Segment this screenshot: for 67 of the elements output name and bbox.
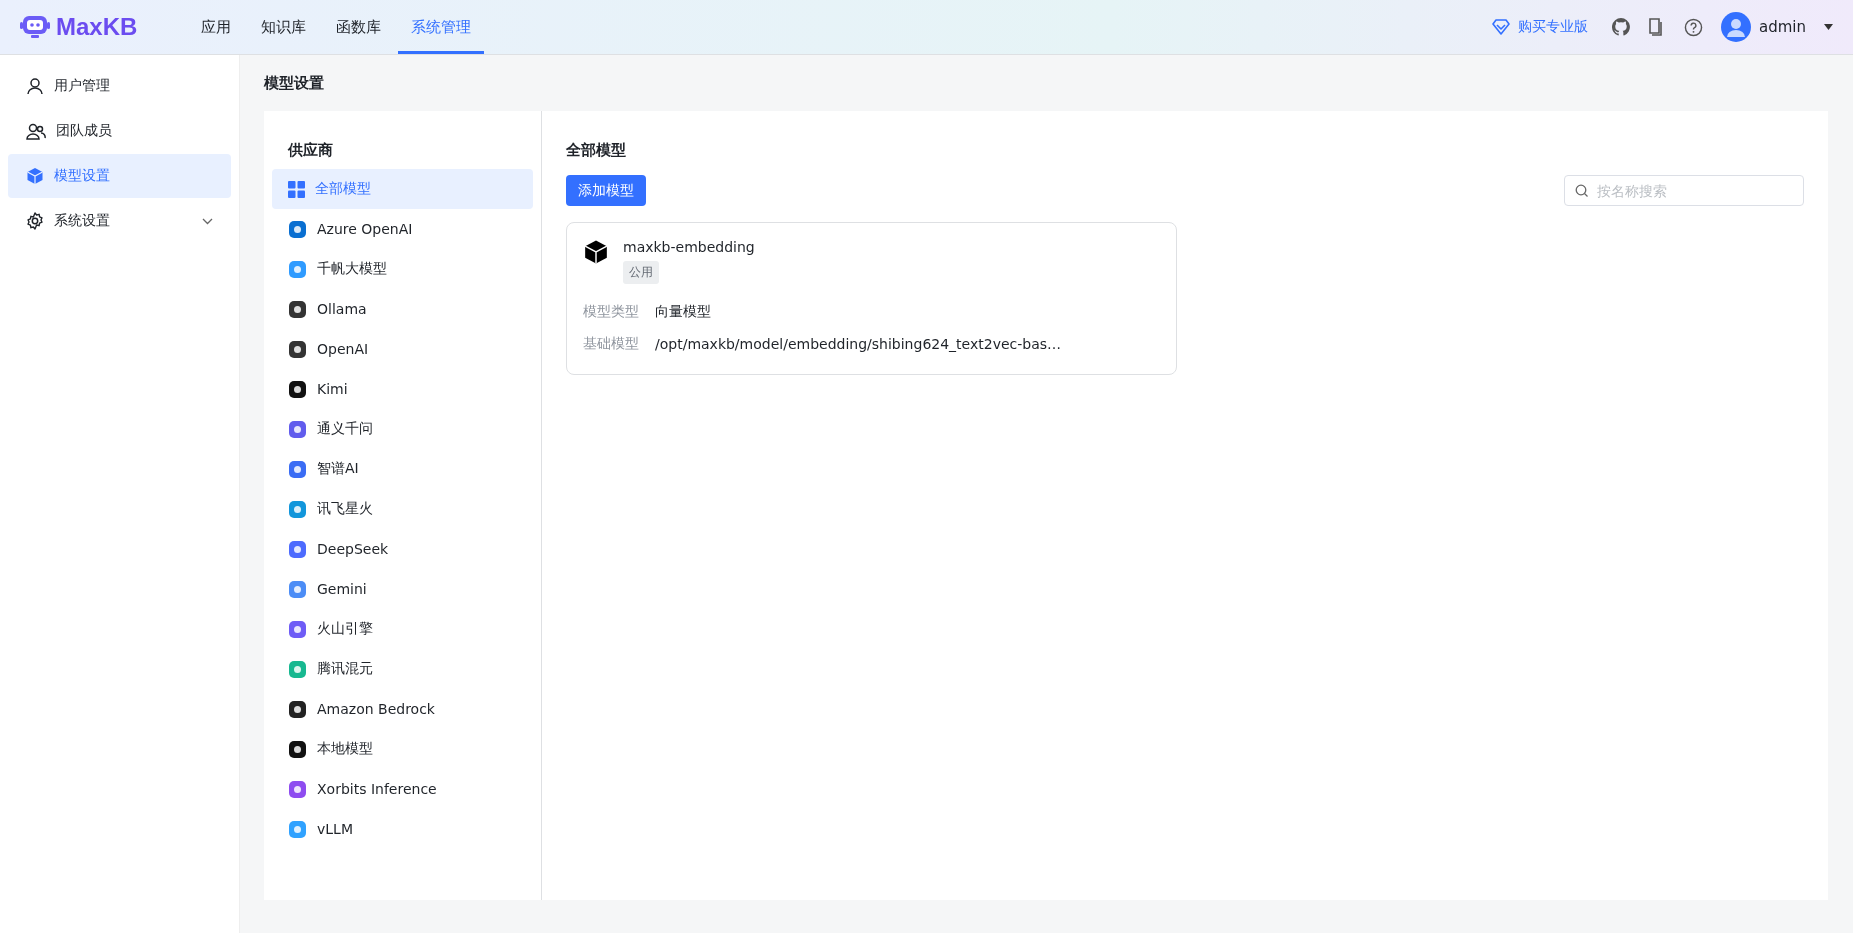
provider-logo-icon	[288, 459, 307, 479]
section-title: 全部模型	[566, 139, 627, 161]
provider-item[interactable]: vLLM	[272, 809, 533, 849]
provider-item[interactable]: 全部模型	[272, 169, 533, 209]
field-label: 模型类型	[583, 303, 640, 321]
provider-logo-icon	[288, 579, 307, 599]
provider-logo-icon	[288, 499, 307, 519]
provider-item[interactable]: 智谱AI	[272, 449, 533, 489]
field-value: 向量模型	[655, 303, 711, 321]
provider-item[interactable]: 讯飞星火	[272, 489, 533, 529]
provider-item[interactable]: Azure OpenAI	[272, 209, 533, 249]
tag: 公用	[623, 261, 659, 284]
github-icon[interactable]	[1612, 18, 1630, 36]
nav-tab[interactable]: 应用	[188, 0, 244, 54]
cube-icon	[583, 239, 609, 265]
provider-item[interactable]: Kimi	[272, 369, 533, 409]
provider-logo-icon	[288, 699, 307, 719]
cube-icon	[26, 167, 44, 185]
model-name: maxkb-embedding	[623, 239, 755, 255]
team-icon	[26, 122, 46, 140]
nav-tab[interactable]: 知识库	[248, 0, 319, 54]
provider-item[interactable]: DeepSeek	[272, 529, 533, 569]
provider-logo-icon	[288, 659, 307, 679]
robot-logo-icon	[20, 14, 50, 40]
sidebar-item[interactable]: 系统设置	[8, 199, 231, 243]
help-icon[interactable]	[1684, 17, 1703, 37]
provider-logo-icon	[288, 619, 307, 639]
provider-logo-icon	[288, 219, 307, 239]
provider-logo-icon	[288, 339, 307, 359]
provider-item[interactable]: Gemini	[272, 569, 533, 609]
provider-logo-icon	[288, 379, 307, 399]
provider-item[interactable]: 通义千问	[272, 409, 533, 449]
provider-logo-icon	[288, 419, 307, 439]
provider-item[interactable]: 本地模型	[272, 729, 533, 769]
settings-icon	[26, 212, 44, 230]
sidebar-item[interactable]: 模型设置	[8, 154, 231, 198]
provider-item[interactable]: Amazon Bedrock	[272, 689, 533, 729]
provider-logo-icon	[288, 259, 307, 279]
provider-logo-icon	[288, 539, 307, 559]
nav-tab[interactable]: 函数库	[323, 0, 394, 54]
diamond-icon	[1492, 19, 1510, 35]
grid-icon	[288, 180, 305, 198]
field-label: 基础模型	[583, 335, 640, 353]
provider-item[interactable]: Ollama	[272, 289, 533, 329]
provider-logo-icon	[288, 819, 307, 839]
caret-icon[interactable]	[1824, 24, 1833, 30]
page-title: 模型设置	[264, 72, 325, 94]
search-field[interactable]: 按名称搜索	[1564, 175, 1804, 206]
logo-text: MaxKB	[56, 13, 138, 41]
provider-logo-icon	[288, 779, 307, 799]
sidebar-item[interactable]: 团队成员	[8, 109, 231, 153]
provider-item[interactable]: 腾讯混元	[272, 649, 533, 689]
provider-item[interactable]: OpenAI	[272, 329, 533, 369]
provider-item[interactable]: 千帆大模型	[272, 249, 533, 289]
section-title: 供应商	[286, 139, 334, 161]
provider-item[interactable]: 火山引擎	[272, 609, 533, 649]
avatar-icon[interactable]	[1721, 12, 1751, 42]
provider-logo-icon	[288, 739, 307, 759]
provider-item[interactable]: Xorbits Inference	[272, 769, 533, 809]
provider-logo-icon	[288, 299, 307, 319]
model-card[interactable]: maxkb-embedding 公用 模型类型 向量模型 基础模型 /opt/maxkb/model/embedding/shibing624_text2vec-bas…	[566, 222, 1177, 375]
field-value: /opt/maxkb/model/embedding/shibing624_text2vec-bas…	[655, 336, 1062, 352]
user-icon	[26, 77, 44, 95]
upgrade-link[interactable]: 购买专业版	[1492, 18, 1588, 36]
sidebar-item[interactable]: 用户管理	[8, 64, 231, 108]
add-model-button[interactable]: 添加模型	[566, 175, 646, 206]
user-name[interactable]: admin	[1759, 18, 1806, 36]
